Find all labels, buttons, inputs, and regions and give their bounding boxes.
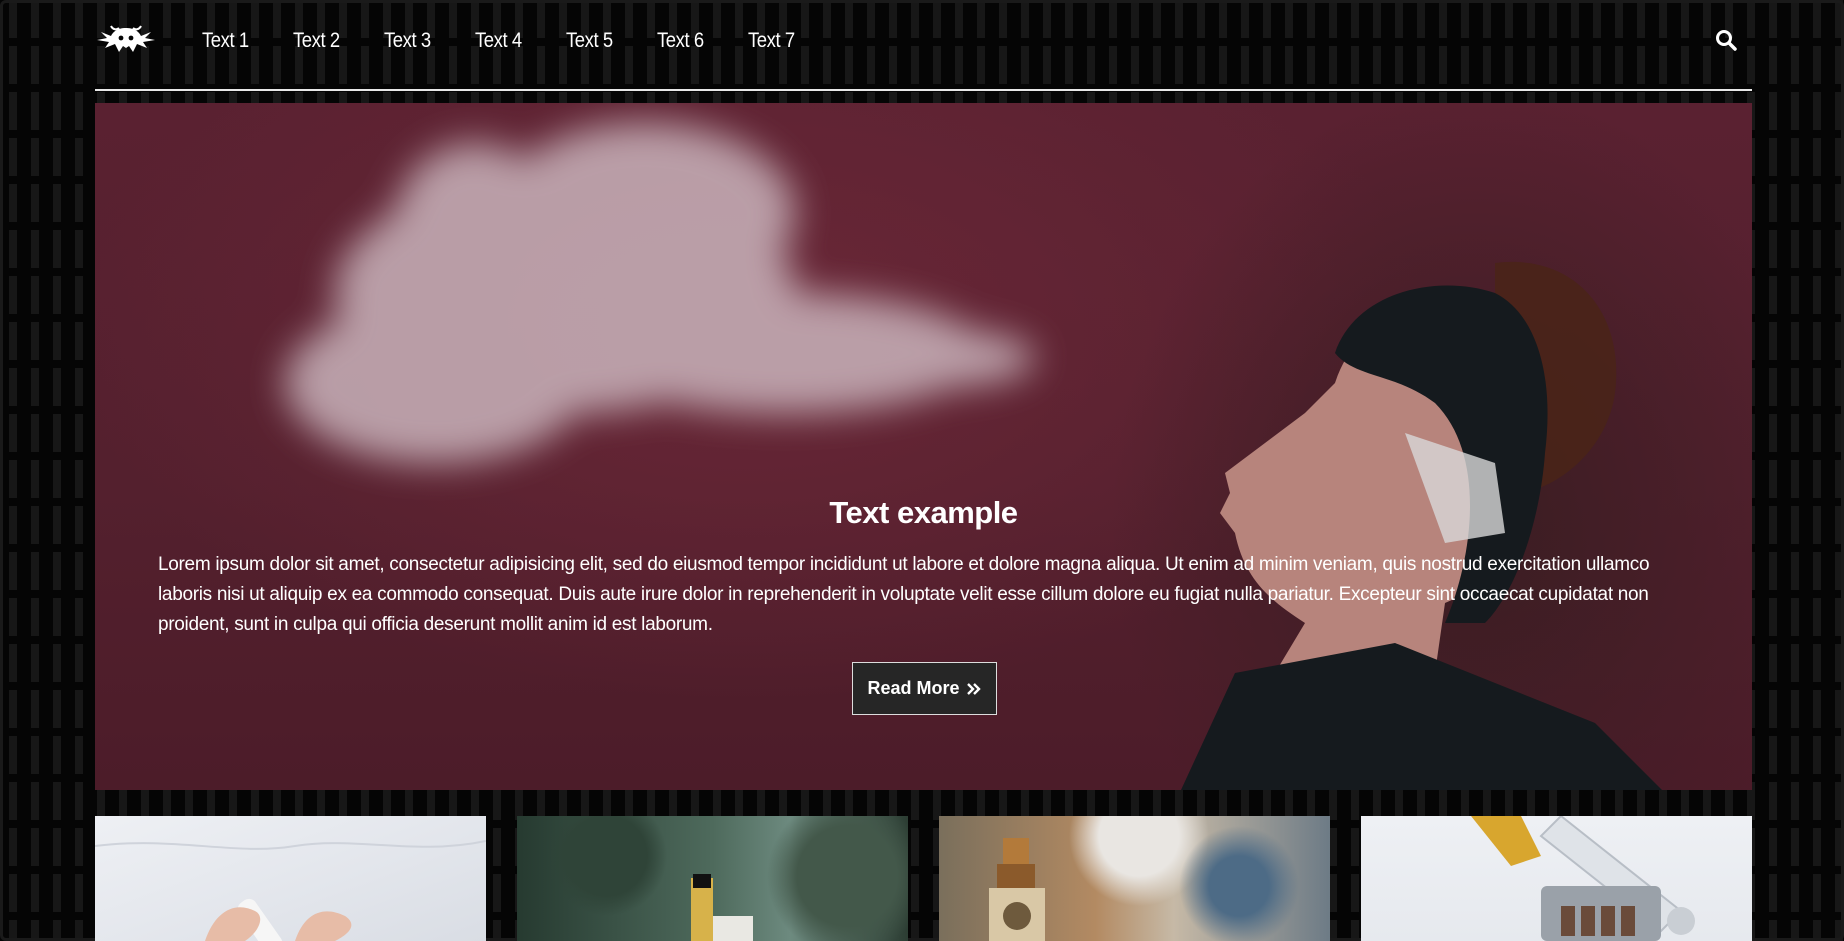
hero-banner: Text example Lorem ipsum dolor sit amet,…	[95, 103, 1752, 790]
nav-item-3[interactable]: Text 3	[384, 25, 431, 57]
page-container: Text 1 Text 2 Text 3 Text 4 Text 5 Text …	[95, 0, 1752, 941]
bull-skull-logo[interactable]	[95, 18, 157, 58]
coil-build-dripping-image	[1471, 816, 1695, 941]
read-more-label: Read More	[867, 678, 960, 698]
nav-item-2[interactable]: Text 2	[293, 25, 340, 57]
card-coil-build[interactable]	[1361, 816, 1752, 941]
double-chevron-right-icon	[966, 682, 981, 695]
read-more-button[interactable]: Read More	[852, 662, 997, 715]
nav-item-7[interactable]: Text 7	[748, 25, 795, 57]
search-icon[interactable]	[1714, 28, 1738, 52]
nav-item-1[interactable]: Text 1	[202, 25, 249, 57]
rda-atomizer-image	[989, 838, 1045, 941]
card-vape-pen[interactable]	[517, 816, 908, 941]
hands-with-device-image	[95, 840, 486, 941]
nav-item-5[interactable]: Text 5	[566, 25, 613, 57]
site-header: Text 1 Text 2 Text 3 Text 4 Text 5 Text …	[95, 0, 1752, 91]
card-hands-with-device[interactable]	[95, 816, 486, 941]
product-cards	[95, 816, 1752, 941]
nav-item-4[interactable]: Text 4	[475, 25, 522, 57]
hero-title: Text example	[829, 495, 1018, 530]
nav-item-6[interactable]: Text 6	[657, 25, 704, 57]
hero-body: Lorem ipsum dolor sit amet, consectetur …	[158, 554, 1650, 635]
vape-pen-on-box-image	[691, 874, 753, 941]
card-rda-atomizer[interactable]	[939, 816, 1330, 941]
main-nav: Text 1 Text 2 Text 3 Text 4 Text 5 Text …	[202, 25, 839, 57]
